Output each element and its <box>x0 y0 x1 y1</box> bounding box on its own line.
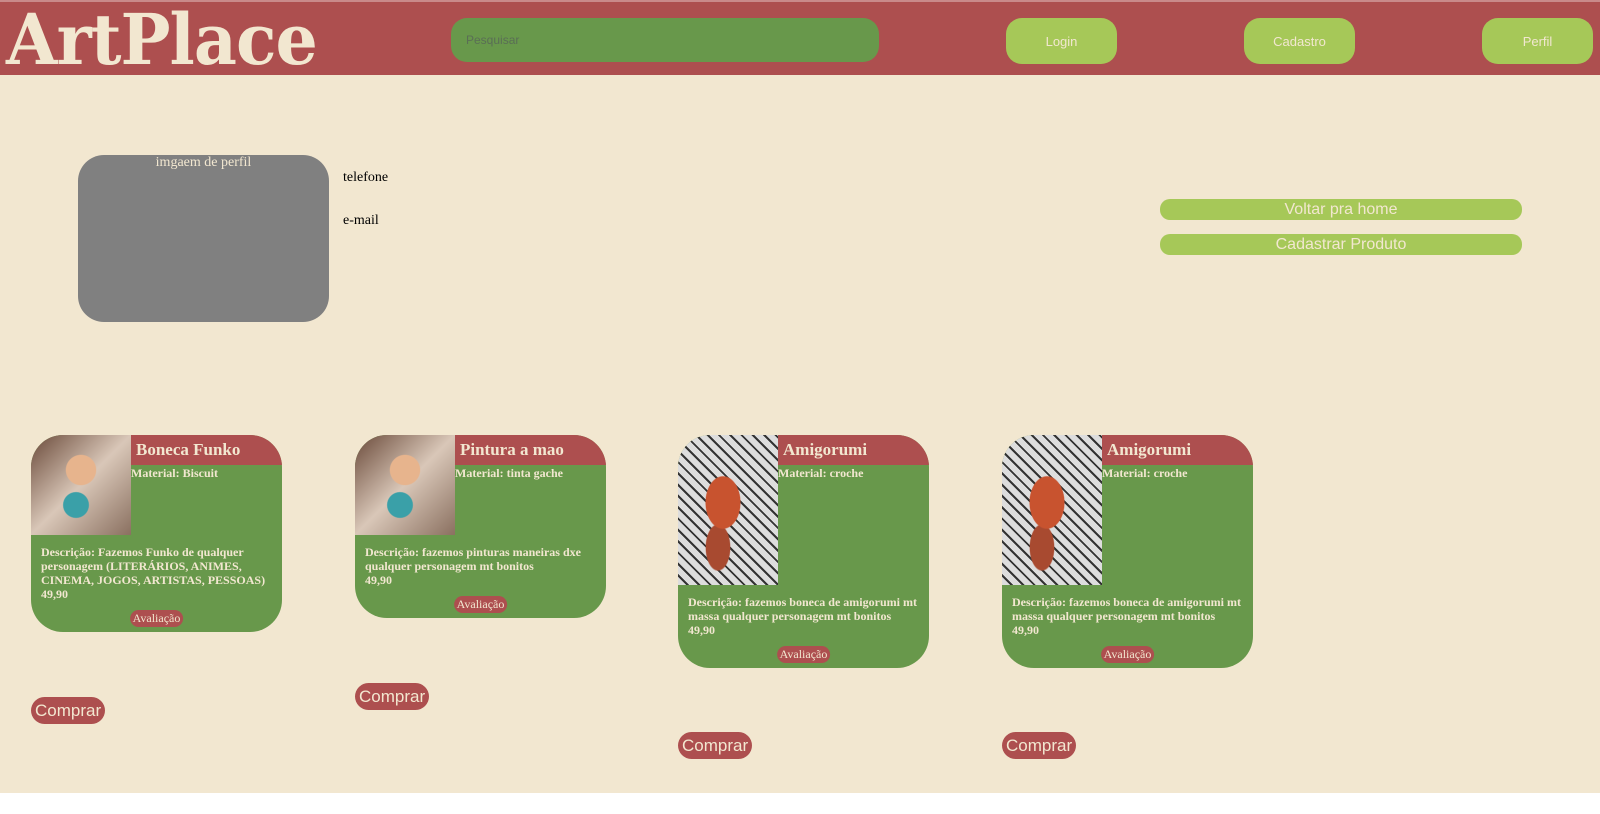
product-card: Amigorumi Material: croche Descrição: fa… <box>1002 435 1253 668</box>
product-price: 49,90 <box>1012 623 1039 637</box>
logo[interactable]: ArtPlace <box>6 0 318 81</box>
buy-button[interactable]: Comprar <box>678 732 753 759</box>
buy-button[interactable]: Comprar <box>1002 732 1077 759</box>
product-image <box>1002 435 1102 585</box>
buy-button[interactable]: Comprar <box>355 683 430 710</box>
product-description: Descrição: fazemos boneca de amigorumi m… <box>1012 595 1245 637</box>
cadastro-button[interactable]: Cadastro <box>1244 18 1355 64</box>
rating-button[interactable]: Avaliação <box>1100 646 1155 663</box>
product-price: 49,90 <box>365 573 392 587</box>
description-text: Descrição: fazemos boneca de amigorumi m… <box>1012 595 1241 623</box>
product-title: Pintura a mao <box>455 435 606 465</box>
description-text: Descrição: Fazemos Funko de qualquer per… <box>41 545 266 587</box>
product-card: Amigorumi Material: croche Descrição: fa… <box>678 435 929 668</box>
product-image <box>31 435 131 535</box>
product-description: Descrição: Fazemos Funko de qualquer per… <box>41 545 274 601</box>
product-price: 49,90 <box>41 587 68 601</box>
product-price: 49,90 <box>688 623 715 637</box>
header: ArtPlace Login Cadastro Perfil <box>0 0 1600 81</box>
rating-button[interactable]: Avaliação <box>453 596 508 613</box>
product-image <box>678 435 778 585</box>
product-description: Descrição: fazemos boneca de amigorumi m… <box>688 595 921 637</box>
product-card: Boneca Funko Material: Biscuit Descrição… <box>31 435 282 632</box>
rating-button[interactable]: Avaliação <box>776 646 831 663</box>
product-card: Pintura a mao Material: tinta gache Desc… <box>355 435 606 618</box>
description-text: Descrição: fazemos boneca de amigorumi m… <box>688 595 917 623</box>
product-title: Amigorumi <box>778 435 929 465</box>
product-title: Amigorumi <box>1102 435 1253 465</box>
email-label: e-mail <box>343 213 379 228</box>
back-home-button[interactable]: Voltar pra home <box>1160 199 1522 220</box>
product-material: Material: croche <box>1102 466 1188 480</box>
phone-label: telefone <box>343 170 389 185</box>
page: ArtPlace Login Cadastro Perfil imgaem de… <box>0 0 1600 793</box>
product-title: Boneca Funko <box>131 435 282 465</box>
description-text: Descrição: fazemos pinturas maneiras dxe… <box>365 545 581 573</box>
buy-button[interactable]: Comprar <box>31 697 106 724</box>
login-button[interactable]: Login <box>1006 18 1117 64</box>
perfil-button[interactable]: Perfil <box>1482 18 1593 64</box>
product-description: Descrição: fazemos pinturas maneiras dxe… <box>365 545 598 587</box>
register-product-button[interactable]: Cadastrar Produto <box>1160 234 1522 255</box>
product-material: Material: Biscuit <box>131 466 218 480</box>
rating-button[interactable]: Avaliação <box>129 610 184 627</box>
product-material: Material: croche <box>778 466 864 480</box>
profile-image: imgaem de perfil <box>78 155 329 322</box>
product-material: Material: tinta gache <box>455 466 563 480</box>
product-image <box>355 435 455 535</box>
search-input[interactable] <box>451 18 879 62</box>
